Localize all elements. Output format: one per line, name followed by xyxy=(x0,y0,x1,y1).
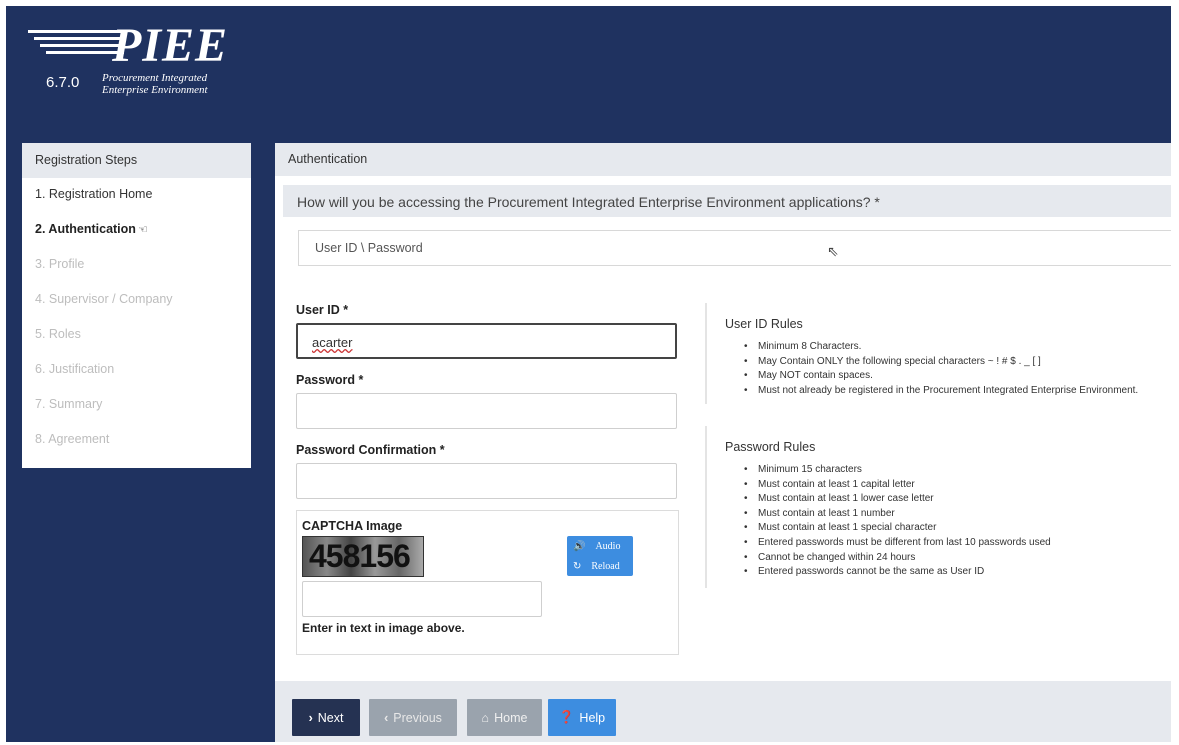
captcha-help-text: Enter in text in image above. xyxy=(302,621,465,635)
userid-input[interactable]: acarter xyxy=(296,323,677,359)
logo-speed-lines xyxy=(24,26,124,66)
home-icon: ⌂ xyxy=(481,710,490,725)
password-rule: Must contain at least 1 number xyxy=(740,507,1171,522)
step-justification: 6. Justification xyxy=(35,362,115,376)
chevron-left-icon: ‹ xyxy=(384,710,389,725)
app-frame: PIEE 6.7.0 Procurement Integrated Enterp… xyxy=(6,6,1171,742)
logo-tagline: Procurement Integrated Enterprise Enviro… xyxy=(102,72,208,96)
panel-title: Authentication xyxy=(275,143,1171,176)
password-rule: Must contain at least 1 special characte… xyxy=(740,521,1171,536)
step-registration-home[interactable]: 1. Registration Home xyxy=(22,178,251,213)
password-input[interactable] xyxy=(296,393,677,429)
step-profile: 3. Profile xyxy=(35,257,85,271)
mouse-cursor-icon: ⇖ xyxy=(827,243,839,259)
userid-rule: Minimum 8 Characters. xyxy=(740,340,1171,355)
action-bar: › Next ‹ Previous ⌂ Home ❓ Help xyxy=(275,681,1171,742)
password-rules: Password Rules Minimum 15 characters Mus… xyxy=(705,426,1171,588)
speaker-icon: 🔊 xyxy=(573,540,586,552)
password-rule: Entered passwords cannot be the same as … xyxy=(740,565,1171,580)
access-question: How will you be accessing the Procuremen… xyxy=(283,185,1171,217)
captcha-audio-button[interactable]: 🔊 Audio xyxy=(567,536,633,556)
step-roles: 5. Roles xyxy=(35,327,81,341)
userid-rules: User ID Rules Minimum 8 Characters. May … xyxy=(705,303,1171,404)
password-rule: Must contain at least 1 capital letter xyxy=(740,478,1171,493)
captcha-label: CAPTCHA Image xyxy=(302,519,403,533)
userid-rule: Must not already be registered in the Pr… xyxy=(740,384,1171,399)
pointer-hand-icon: ☜ xyxy=(137,224,148,236)
piee-logo: PIEE 6.7.0 Procurement Integrated Enterp… xyxy=(24,19,244,102)
home-button[interactable]: ⌂ Home xyxy=(467,699,542,736)
password-confirm-input[interactable] xyxy=(296,463,677,499)
logo-wordmark: PIEE xyxy=(112,19,229,72)
app-version: 6.7.0 xyxy=(46,74,80,91)
registration-steps-panel: Registration Steps 1. Registration Home … xyxy=(22,143,251,468)
registration-steps-title: Registration Steps xyxy=(22,143,251,178)
step-authentication[interactable]: 2. Authentication ☜ xyxy=(22,213,251,248)
step-supervisor-company: 4. Supervisor / Company xyxy=(35,292,173,306)
captcha-section: CAPTCHA Image 458156 🔊 Audio ↻ Reload Ente… xyxy=(296,510,679,655)
previous-button[interactable]: ‹ Previous xyxy=(369,699,457,736)
captcha-input[interactable] xyxy=(302,581,542,617)
password-rule: Must contain at least 1 lower case lette… xyxy=(740,492,1171,507)
step-agreement: 8. Agreement xyxy=(35,432,110,446)
userid-rule: May Contain ONLY the following special c… xyxy=(740,355,1171,370)
password-rule: Minimum 15 characters xyxy=(740,463,1171,478)
help-button[interactable]: ❓ Help xyxy=(548,699,616,736)
userid-label: User ID * xyxy=(296,303,349,317)
password-rule: Cannot be changed within 24 hours xyxy=(740,551,1171,566)
password-rules-title: Password Rules xyxy=(725,440,816,454)
next-button[interactable]: › Next xyxy=(292,699,360,736)
captcha-controls: 🔊 Audio ↻ Reload xyxy=(567,536,633,576)
userid-rules-title: User ID Rules xyxy=(725,317,803,331)
reload-icon: ↻ xyxy=(573,560,582,572)
authentication-panel: Authentication How will you be accessing… xyxy=(275,143,1171,742)
captcha-image: 458156 xyxy=(302,536,424,577)
captcha-reload-button[interactable]: ↻ Reload xyxy=(567,556,633,576)
chevron-right-icon: › xyxy=(308,710,313,725)
password-rule: Entered passwords must be different from… xyxy=(740,536,1171,551)
access-method-select[interactable]: User ID \ Password xyxy=(298,230,1171,266)
step-summary: 7. Summary xyxy=(35,397,103,411)
password-confirm-label: Password Confirmation * xyxy=(296,443,445,457)
password-label: Password * xyxy=(296,373,364,387)
userid-rule: May NOT contain spaces. xyxy=(740,369,1171,384)
question-circle-icon: ❓ xyxy=(558,710,575,724)
